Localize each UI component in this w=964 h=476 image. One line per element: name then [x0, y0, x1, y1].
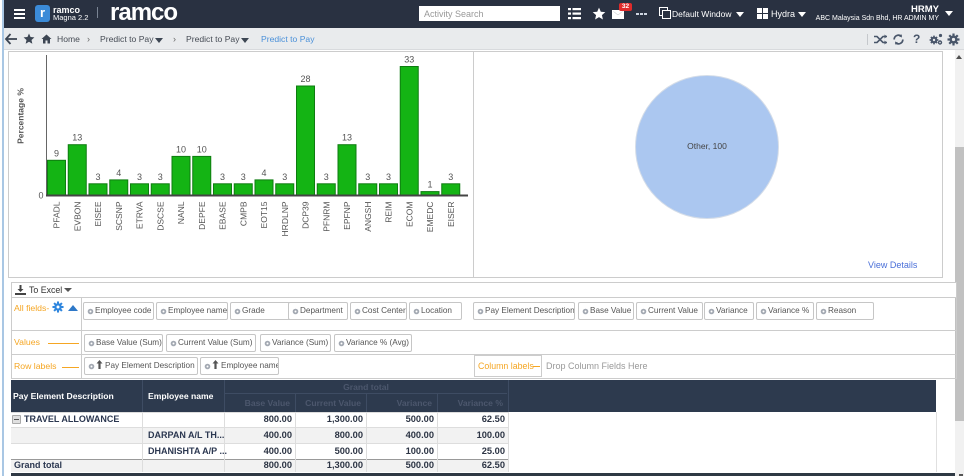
svg-text:3: 3: [365, 172, 370, 182]
svg-text:PFNRM: PFNRM: [321, 202, 331, 232]
svg-text:EPFNP: EPFNP: [342, 201, 352, 230]
svg-text:3: 3: [324, 172, 329, 182]
svg-text:10: 10: [176, 144, 186, 154]
svg-text:1: 1: [427, 180, 432, 190]
svg-text:ANGSH: ANGSH: [363, 202, 373, 232]
svg-text:3: 3: [95, 172, 100, 182]
svg-text:ECOM: ECOM: [404, 202, 414, 228]
svg-text:REIM: REIM: [384, 202, 394, 223]
svg-text:3: 3: [220, 172, 225, 182]
svg-text:3: 3: [282, 172, 287, 182]
svg-text:ETRVA: ETRVA: [135, 201, 145, 229]
svg-text:3: 3: [241, 172, 246, 182]
svg-text:Percentage %: Percentage %: [16, 88, 26, 144]
svg-text:3: 3: [386, 172, 391, 182]
svg-text:PFADL: PFADL: [52, 201, 62, 228]
svg-text:EMEDC: EMEDC: [425, 202, 435, 233]
svg-text:3: 3: [158, 172, 163, 182]
svg-text:33: 33: [404, 55, 414, 65]
svg-text:9: 9: [54, 148, 59, 158]
svg-text:EOT15: EOT15: [259, 201, 269, 228]
svg-text:CMPB: CMPB: [238, 201, 248, 226]
svg-text:3: 3: [448, 172, 453, 182]
svg-text:EISER: EISER: [446, 202, 456, 228]
svg-text:13: 13: [342, 133, 352, 143]
svg-text:EISEE: EISEE: [93, 201, 103, 226]
svg-text:3: 3: [137, 172, 142, 182]
svg-text:DSCSE: DSCSE: [155, 201, 165, 231]
svg-text:0: 0: [38, 191, 43, 201]
svg-text:28: 28: [300, 74, 310, 84]
svg-text:DCP39: DCP39: [301, 201, 311, 229]
svg-text:4: 4: [261, 168, 266, 178]
svg-text:SCSNP: SCSNP: [114, 201, 124, 231]
svg-text:NANL: NANL: [176, 201, 186, 224]
svg-text:4: 4: [116, 168, 121, 178]
svg-text:EVBON: EVBON: [72, 202, 82, 232]
svg-text:HRDLNP: HRDLNP: [280, 201, 290, 236]
svg-text:EBASE: EBASE: [218, 201, 228, 230]
svg-text:DEPFE: DEPFE: [197, 201, 207, 230]
svg-text:13: 13: [72, 133, 82, 143]
svg-text:10: 10: [197, 144, 207, 154]
